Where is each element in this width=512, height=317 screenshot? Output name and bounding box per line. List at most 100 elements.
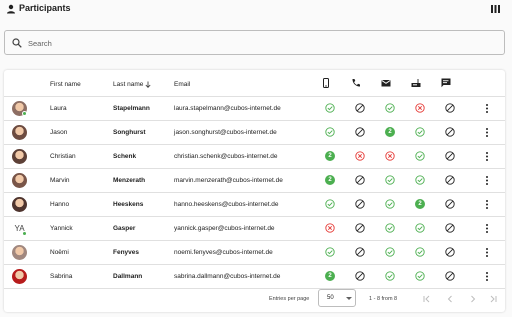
blocked-icon bbox=[355, 199, 365, 209]
last-name-cell: Dallmann bbox=[113, 273, 143, 280]
blocked-icon bbox=[445, 175, 455, 185]
more-options-icon[interactable] bbox=[484, 103, 490, 114]
blocked-icon bbox=[445, 151, 455, 161]
avatar bbox=[12, 245, 27, 260]
email-cell: hanno.heeskens@cubos-internet.de bbox=[174, 201, 279, 208]
avatar: YA bbox=[12, 221, 27, 236]
last-name-cell: Schenk bbox=[113, 153, 137, 160]
table-row[interactable]: Christian Schenk christian.schenk@cubos-in… bbox=[4, 145, 505, 169]
check-circle-icon bbox=[415, 247, 425, 257]
phone-app-icon bbox=[323, 78, 329, 88]
sort-arrow-down-icon[interactable] bbox=[145, 81, 151, 88]
count-badge: 2 bbox=[325, 175, 335, 185]
last-name-cell: Fenyves bbox=[113, 249, 140, 256]
column-last-name[interactable]: Last name bbox=[113, 81, 143, 88]
table-row[interactable]: Noëmi Fenyves noemi.fenyves@cubos-internet… bbox=[4, 241, 505, 265]
more-options-icon[interactable] bbox=[484, 223, 490, 234]
last-name-cell: Stapelmann bbox=[113, 105, 150, 112]
first-name-cell: Sabrina bbox=[50, 273, 73, 280]
entries-per-page-value: 50 bbox=[327, 295, 334, 301]
participants-table: First name Last name Email Laura Stapelm… bbox=[4, 70, 505, 312]
entries-per-page-select[interactable]: 50 bbox=[318, 289, 356, 307]
column-first-name[interactable]: First name bbox=[50, 81, 81, 88]
first-name-cell: Jason bbox=[50, 129, 68, 136]
email-cell: marvin.menzerath@cubos-internet.de bbox=[174, 177, 283, 184]
person-icon bbox=[7, 4, 15, 14]
avatar-photo bbox=[12, 197, 27, 212]
search-field[interactable]: Search bbox=[4, 30, 505, 55]
more-options-icon[interactable] bbox=[484, 175, 490, 186]
avatar bbox=[12, 173, 27, 188]
count-badge: 2 bbox=[325, 271, 335, 281]
cancel-circle-icon bbox=[385, 151, 395, 161]
blocked-icon bbox=[445, 103, 455, 113]
check-circle-icon bbox=[385, 223, 395, 233]
previous-page-icon[interactable] bbox=[445, 294, 455, 304]
more-options-icon[interactable] bbox=[484, 247, 490, 258]
check-circle-icon bbox=[325, 127, 335, 137]
avatar bbox=[12, 149, 27, 164]
blocked-icon bbox=[355, 103, 365, 113]
check-circle-icon bbox=[415, 151, 425, 161]
cancel-circle-icon bbox=[415, 103, 425, 113]
more-options-icon[interactable] bbox=[484, 151, 490, 162]
next-page-icon[interactable] bbox=[468, 294, 478, 304]
check-circle-icon bbox=[325, 199, 335, 209]
chevron-down-icon bbox=[346, 297, 352, 300]
table-row[interactable]: YA Yannick Gasper yannick.gasper@cubos-inte… bbox=[4, 217, 505, 241]
check-circle-icon bbox=[385, 103, 395, 113]
view-columns-icon[interactable] bbox=[491, 5, 500, 13]
app-bar: Participants bbox=[0, 0, 512, 20]
more-options-icon[interactable] bbox=[484, 271, 490, 282]
last-name-cell: Heeskens bbox=[113, 201, 144, 208]
check-circle-icon bbox=[415, 223, 425, 233]
blocked-icon bbox=[355, 271, 365, 281]
check-circle-icon bbox=[415, 271, 425, 281]
email-cell: yannick.gasper@cubos-internet.de bbox=[174, 225, 275, 232]
check-circle-icon bbox=[385, 199, 395, 209]
first-name-cell: Hanno bbox=[50, 201, 70, 208]
search-icon bbox=[12, 38, 22, 48]
table-header: First name Last name Email bbox=[4, 70, 505, 97]
last-name-cell: Menzerath bbox=[113, 177, 146, 184]
check-circle-icon bbox=[385, 175, 395, 185]
avatar bbox=[12, 269, 27, 284]
first-name-cell: Marvin bbox=[50, 177, 70, 184]
more-options-icon[interactable] bbox=[484, 199, 490, 210]
check-circle-icon bbox=[325, 103, 335, 113]
first-name-cell: Yannick bbox=[50, 225, 73, 232]
avatar bbox=[12, 125, 27, 140]
phone-call-icon bbox=[352, 79, 360, 87]
entries-per-page-label: Entries per page bbox=[269, 296, 310, 302]
column-email[interactable]: Email bbox=[174, 81, 190, 88]
last-page-icon[interactable] bbox=[488, 294, 498, 304]
table-row[interactable]: Jason Songhurst jason.songhurst@cubos-inte… bbox=[4, 121, 505, 145]
last-name-cell: Gasper bbox=[113, 225, 136, 232]
pagination-range: 1 - 8 from 8 bbox=[369, 296, 398, 302]
page-title: Participants bbox=[19, 3, 71, 13]
fax-icon bbox=[411, 79, 421, 87]
table-row[interactable]: Marvin Menzerath marvin.menzerath@cubos-in… bbox=[4, 169, 505, 193]
check-circle-icon bbox=[415, 127, 425, 137]
table-row[interactable]: Sabrina Dallmann sabrina.dallmann@cubos-in… bbox=[4, 265, 505, 289]
blocked-icon bbox=[445, 271, 455, 281]
avatar-photo bbox=[12, 269, 27, 284]
avatar bbox=[12, 197, 27, 212]
table-row[interactable]: Hanno Heeskens hanno.heeskens@cubos-intern… bbox=[4, 193, 505, 217]
blocked-icon bbox=[355, 127, 365, 137]
email-icon bbox=[381, 80, 391, 87]
check-circle-icon bbox=[325, 247, 335, 257]
table-row[interactable]: Laura Stapelmann laura.stapelmann@cubos-in… bbox=[4, 97, 505, 121]
blocked-icon bbox=[355, 223, 365, 233]
email-cell: laura.stapelmann@cubos-internet.de bbox=[174, 105, 281, 112]
count-badge: 2 bbox=[385, 127, 395, 137]
blocked-icon bbox=[355, 175, 365, 185]
sms-icon bbox=[441, 78, 451, 88]
table-pagination: Entries per page 50 1 - 8 from 8 bbox=[4, 288, 505, 312]
more-options-icon[interactable] bbox=[484, 127, 490, 138]
search-input[interactable]: Search bbox=[28, 39, 52, 48]
last-name-cell: Songhurst bbox=[113, 129, 146, 136]
online-status-dot bbox=[22, 111, 27, 116]
first-page-icon[interactable] bbox=[422, 294, 432, 304]
first-name-cell: Christian bbox=[50, 153, 76, 160]
